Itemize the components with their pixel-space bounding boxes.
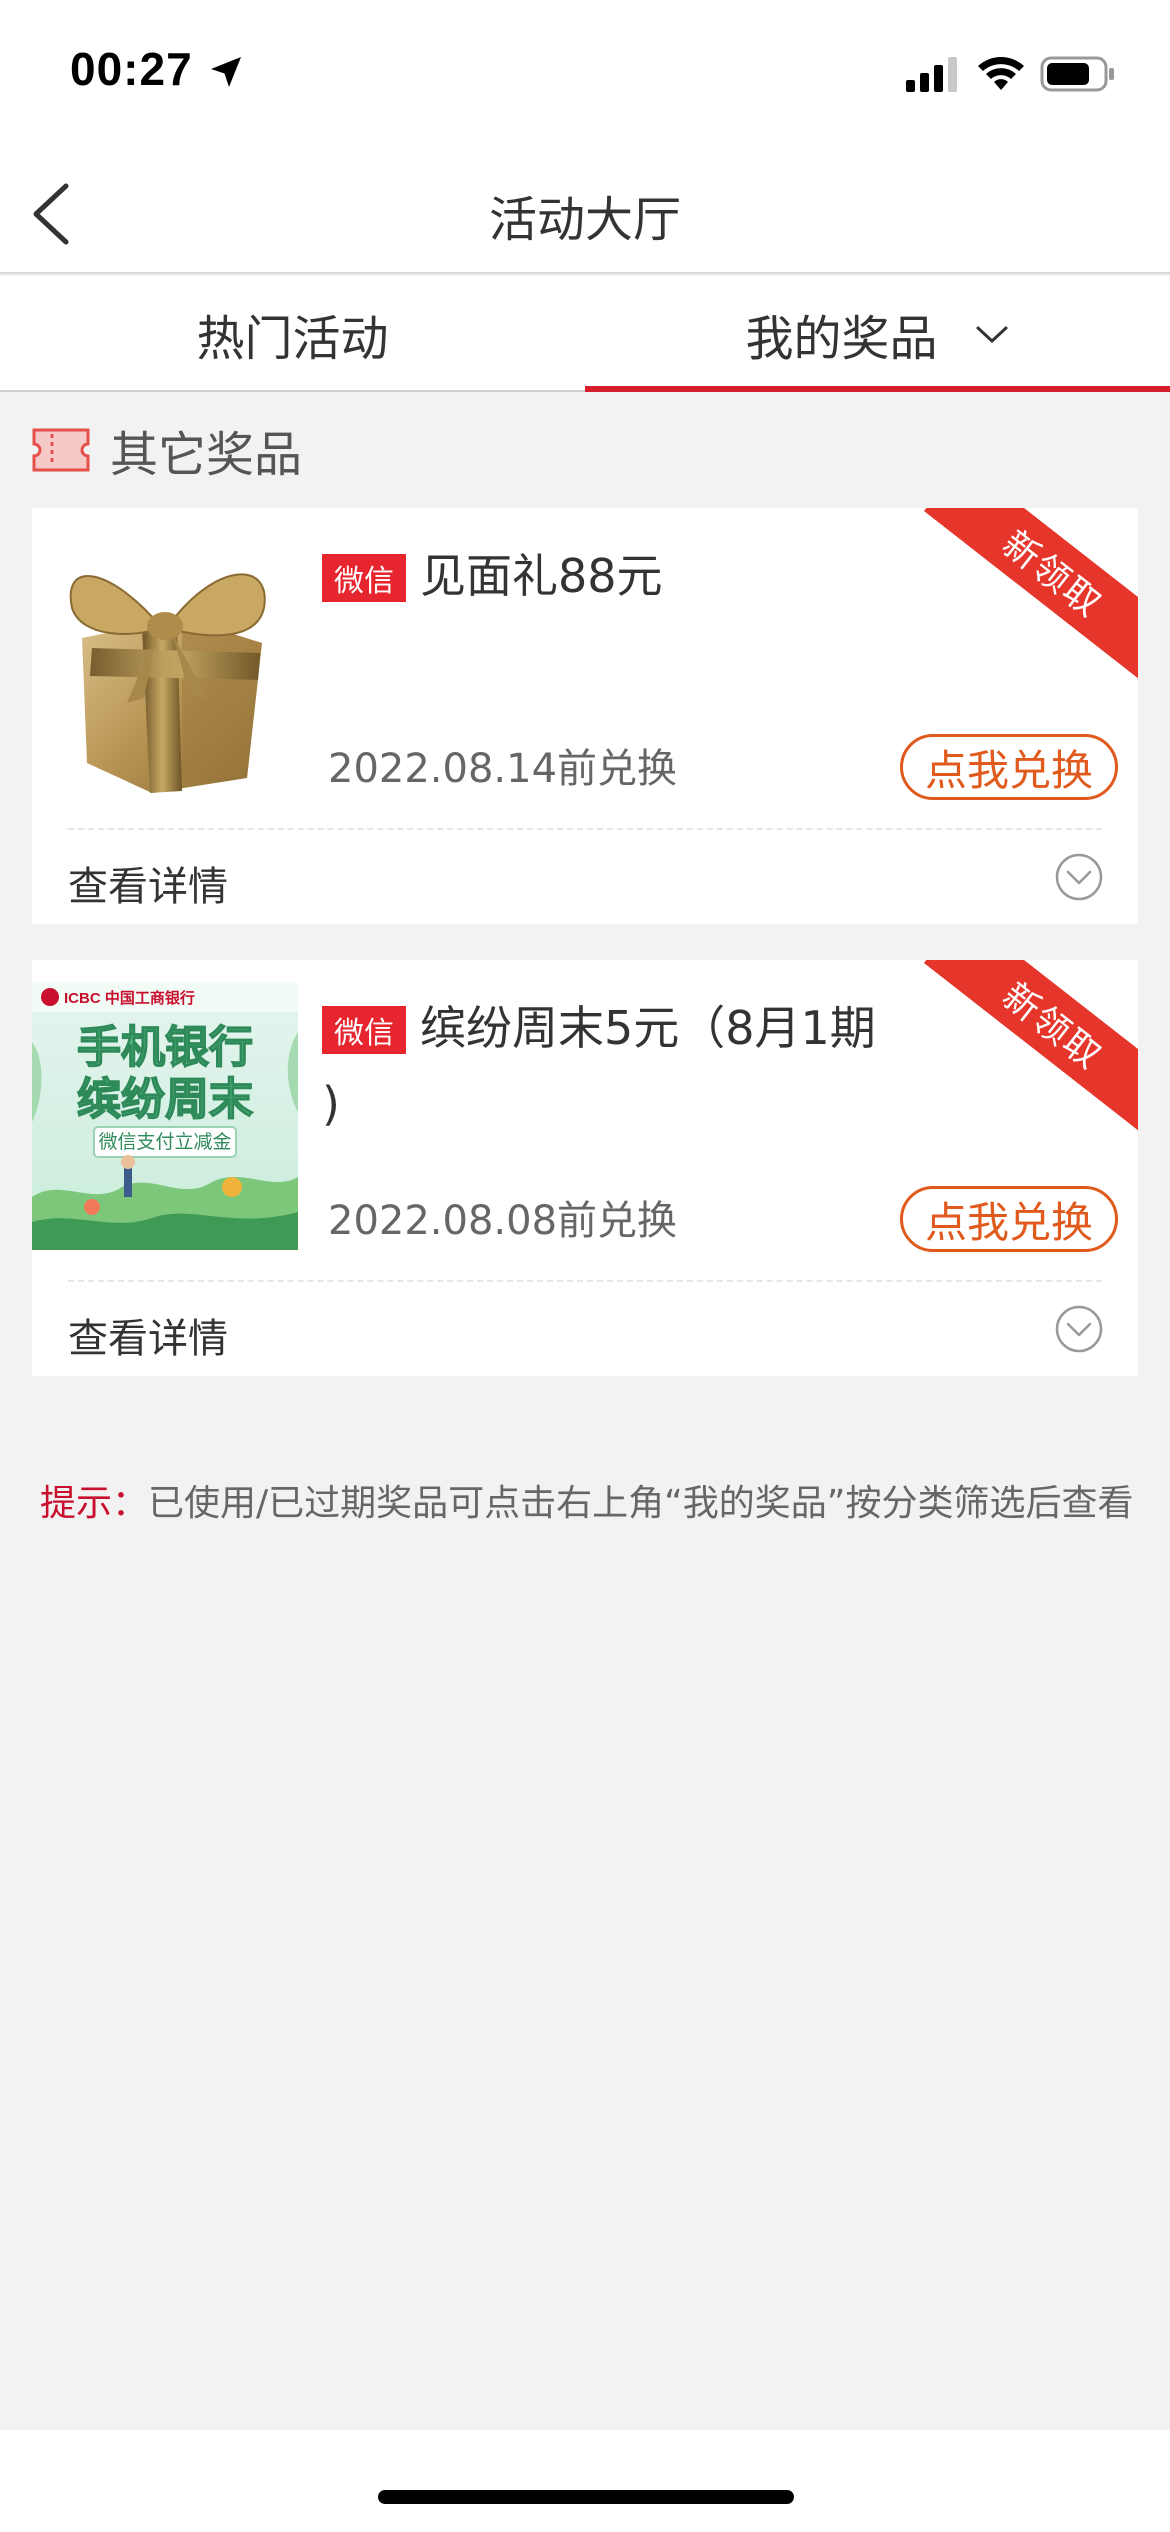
promo-poster-image: ICBC 中国工商银行 手机银行 缤纷周末 微信支付立减金 xyxy=(32,982,298,1250)
home-indicator-area xyxy=(0,2430,1170,2532)
ticket-icon xyxy=(32,428,90,472)
poster-line-1: 手机银行 xyxy=(77,1022,253,1073)
view-details-label: 查看详情 xyxy=(68,1316,228,1362)
prize-card: 微信 见面礼88元 2022.08.14前兑换 点我兑换 查看详情 新领取 xyxy=(32,508,1138,924)
section-header: 其它奖品 xyxy=(30,420,302,483)
expand-circle-chevron-icon xyxy=(1055,853,1103,901)
view-details-label: 查看详情 xyxy=(68,864,228,910)
status-bar: 00:27 xyxy=(0,0,1170,150)
expand-circle-chevron-icon xyxy=(1055,1305,1103,1353)
tab-my-prizes[interactable]: 我的奖品 xyxy=(585,276,1170,392)
poster-brand: ICBC 中国工商银行 xyxy=(64,989,195,1007)
tab-mine-label: 我的奖品 xyxy=(745,311,938,367)
status-time: 00:27 xyxy=(70,43,193,95)
view-details-toggle[interactable]: 查看详情 xyxy=(32,830,1138,924)
prize-card: ICBC 中国工商银行 手机银行 缤纷周末 微信支付立减金 微信 缤纷周末5元（… xyxy=(32,960,1138,1376)
channel-badge-wechat: 微信 xyxy=(322,1006,406,1054)
poster-line-3: 微信支付立减金 xyxy=(98,1131,231,1153)
tab-bar: 热门活动 我的奖品 xyxy=(0,276,1170,392)
tip-message: 提示：已使用/已过期奖品可点击右上角“我的奖品”按分类筛选后查看 xyxy=(40,1474,1133,1526)
redeem-button[interactable]: 点我兑换 xyxy=(900,734,1118,800)
prize-deadline: 2022.08.08前兑换 xyxy=(328,1198,678,1244)
tab-hot-activities[interactable]: 热门活动 xyxy=(0,276,585,392)
active-tab-indicator xyxy=(585,386,1170,392)
prize-deadline: 2022.08.14前兑换 xyxy=(328,746,678,792)
tab-hot-label: 热门活动 xyxy=(196,311,389,367)
channel-badge-wechat: 微信 xyxy=(322,554,406,602)
location-arrow-icon xyxy=(211,57,241,87)
home-indicator[interactable] xyxy=(378,2490,794,2504)
redeem-button[interactable]: 点我兑换 xyxy=(900,1186,1118,1252)
chevron-down-icon xyxy=(976,326,1007,343)
gift-box-image xyxy=(32,508,298,798)
view-details-toggle[interactable]: 查看详情 xyxy=(32,1282,1138,1376)
prize-title: 见面礼88元 xyxy=(420,549,663,603)
tip-label: 提示： xyxy=(40,1483,149,1524)
tip-text: 已使用/已过期奖品可点击右上角“我的奖品”按分类筛选后查看 xyxy=(148,1483,1134,1524)
poster-line-2: 缤纷周末 xyxy=(77,1074,253,1125)
cellular-signal-icon xyxy=(906,57,957,92)
wifi-icon xyxy=(978,57,1024,90)
navigation-bar: 活动大厅 xyxy=(0,150,1170,274)
page-title: 活动大厅 xyxy=(488,192,681,248)
battery-icon xyxy=(1040,56,1114,92)
prize-title: 缤纷周末5元（8月1期 xyxy=(420,1001,876,1055)
section-title: 其它奖品 xyxy=(110,427,303,483)
prize-title-continuation: ) xyxy=(322,1077,340,1131)
